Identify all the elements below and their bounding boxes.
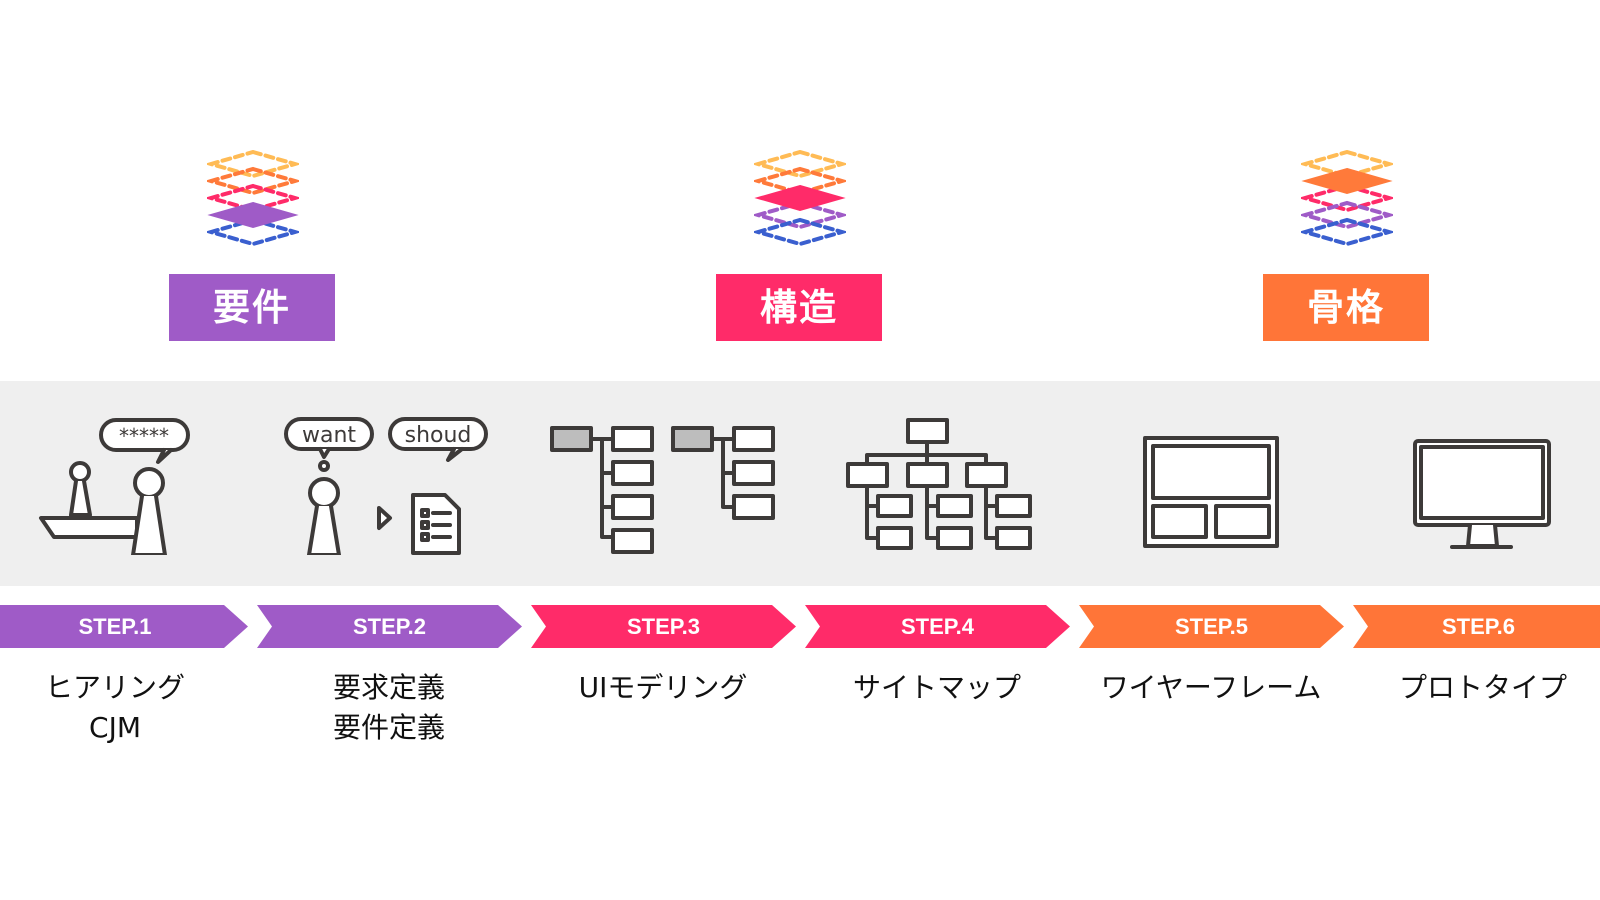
wireframe-icon bbox=[1143, 436, 1283, 551]
sitemap-icon bbox=[845, 418, 1035, 553]
phase-badge-structure: 構造 bbox=[716, 274, 882, 341]
step-6-caption-line-1: プロトタイプ bbox=[1398, 671, 1567, 704]
should-bubble-text: shoud bbox=[405, 423, 472, 448]
step-4-caption-line-1: サイトマップ bbox=[852, 671, 1021, 704]
step-1-caption: ヒアリング CJM bbox=[0, 668, 235, 748]
step-2: STEP.2 bbox=[257, 605, 522, 648]
phase-badge-requirements: 要件 bbox=[169, 274, 335, 341]
step-4: STEP.4 bbox=[805, 605, 1070, 648]
step-2-caption-line-2: 要件定義 bbox=[332, 711, 445, 744]
step-5: STEP.5 bbox=[1079, 605, 1344, 648]
step-4-label: STEP.4 bbox=[901, 614, 974, 639]
step-3-caption-line-1: UIモデリング bbox=[578, 671, 748, 704]
layer-yellow bbox=[754, 150, 846, 179]
step-5-caption-line-1: ワイヤーフレーム bbox=[1100, 671, 1322, 704]
step-6-caption: プロトタイプ bbox=[1363, 668, 1600, 708]
layers-stack-icon bbox=[1301, 150, 1393, 247]
layer-blue bbox=[754, 217, 846, 247]
step-3-caption: UIモデリング bbox=[543, 668, 783, 708]
icon-band bbox=[0, 381, 1600, 586]
phase-skeleton: 骨格 bbox=[1262, 150, 1432, 341]
layers-stack-icon bbox=[207, 150, 299, 247]
phase-requirements: 要件 bbox=[168, 150, 338, 341]
requirement-definition-icon: want shoud bbox=[282, 415, 502, 555]
step-6-label: STEP.6 bbox=[1442, 614, 1515, 639]
step-6: STEP.6 bbox=[1353, 605, 1600, 648]
layer-purple-active bbox=[207, 201, 299, 229]
phase-badge-skeleton: 骨格 bbox=[1263, 274, 1429, 341]
step-5-caption: ワイヤーフレーム bbox=[1091, 668, 1331, 708]
phase-structure: 構造 bbox=[715, 150, 885, 341]
step-2-caption: 要求定義 要件定義 bbox=[269, 668, 509, 748]
layers-stack-icon bbox=[754, 150, 846, 247]
layer-orange-active bbox=[1301, 167, 1393, 195]
hearing-icon: ***** bbox=[38, 415, 198, 555]
step-flow: STEP.1 STEP.2 STEP.3 STEP.4 STEP.5 STEP.… bbox=[0, 605, 1600, 648]
step-1-caption-line-2: CJM bbox=[89, 711, 141, 744]
step-3: STEP.3 bbox=[531, 605, 796, 648]
step-2-caption-line-1: 要求定義 bbox=[332, 671, 445, 704]
step-1: STEP.1 bbox=[0, 605, 248, 648]
step-1-label: STEP.1 bbox=[78, 614, 152, 639]
layer-pink-active bbox=[754, 184, 846, 212]
layer-purple bbox=[1301, 200, 1393, 230]
step-3-label: STEP.3 bbox=[627, 614, 700, 639]
ui-modeling-icon bbox=[550, 425, 780, 555]
step-2-label: STEP.2 bbox=[353, 614, 426, 639]
layer-orange bbox=[207, 166, 299, 196]
layer-yellow bbox=[207, 150, 299, 179]
monitor-icon bbox=[1412, 438, 1552, 553]
want-bubble-text: want bbox=[302, 423, 356, 448]
layer-blue bbox=[1301, 217, 1393, 247]
step-1-caption-line-1: ヒアリング bbox=[44, 671, 185, 704]
step-4-caption: サイトマップ bbox=[817, 668, 1057, 708]
hearing-bubble-text: ***** bbox=[119, 424, 169, 448]
step-5-label: STEP.5 bbox=[1175, 614, 1248, 639]
